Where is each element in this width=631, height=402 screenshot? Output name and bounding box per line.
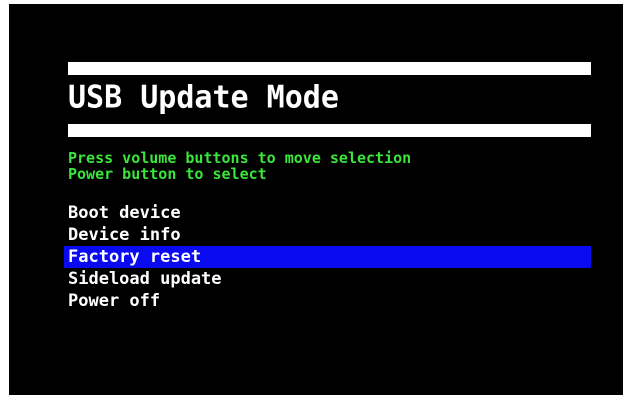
recovery-screen: USB Update Mode Press volume buttons to … (9, 4, 623, 395)
menu-item-boot-device[interactable]: Boot device (64, 202, 591, 224)
menu-item-factory-reset[interactable]: Factory reset (64, 246, 591, 268)
menu-item-device-info[interactable]: Device info (64, 224, 591, 246)
instruction-line-volume: Press volume buttons to move selection (68, 149, 412, 167)
title-top-bar (68, 62, 591, 75)
menu-item-power-off[interactable]: Power off (64, 290, 591, 312)
screen-title: USB Update Mode (68, 79, 339, 116)
recovery-menu: Boot device Device info Factory reset Si… (64, 202, 591, 312)
title-bottom-bar (68, 124, 591, 137)
instruction-line-power: Power button to select (68, 165, 267, 183)
menu-item-sideload-update[interactable]: Sideload update (64, 268, 591, 290)
